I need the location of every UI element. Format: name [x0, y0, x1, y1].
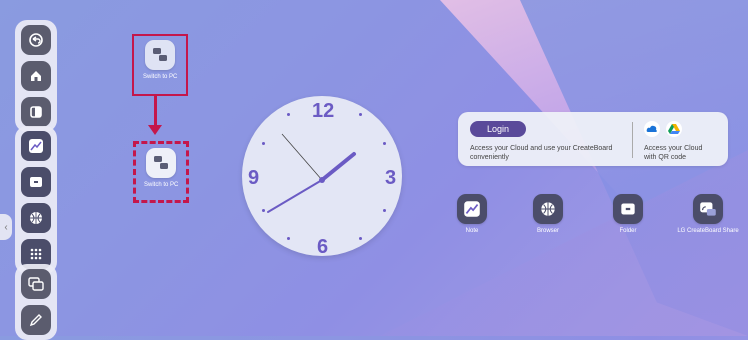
browser-app-button[interactable] — [21, 203, 51, 233]
cloud-qr-text-line: with QR code — [644, 154, 687, 161]
app-label-browser: Browser — [536, 228, 559, 234]
chevron-left-icon: ‹ — [4, 221, 8, 233]
home-icon — [31, 71, 41, 81]
overview-icon — [30, 106, 42, 118]
cloud-access-text-line: Access your Cloud and use your CreateBoa… — [470, 145, 613, 152]
clock-hands — [267, 133, 356, 213]
cloud-widget: Login Access your Cloud and use your Cre… — [458, 112, 728, 166]
app-tile-browser[interactable]: Browser — [533, 194, 563, 234]
sidebar-nav-group — [15, 20, 57, 132]
note-app-icon — [29, 139, 43, 153]
onedrive-icon[interactable] — [644, 121, 660, 137]
cloud-provider-icons — [644, 121, 682, 137]
switch-to-pc-tile[interactable]: Switch to PC — [144, 148, 178, 188]
screen-share-icon — [28, 277, 44, 291]
cloud-access-text-line: conveniently — [470, 154, 509, 161]
pen-icon — [29, 314, 42, 327]
divider — [632, 122, 633, 158]
overview-button[interactable] — [21, 97, 51, 127]
app-label-note: Note — [465, 228, 479, 234]
switch-to-pc-icon — [154, 156, 169, 169]
switch-to-pc-label: Switch to PC — [144, 182, 179, 188]
clock-widget[interactable]: 12 3 6 9 — [242, 96, 402, 258]
sidebar-collapse-tab[interactable]: ‹ — [0, 214, 12, 240]
home-button[interactable] — [21, 61, 51, 91]
arrow-down-icon — [148, 125, 162, 135]
sidebar-apps-group — [15, 126, 57, 274]
screen-share-button[interactable] — [21, 269, 51, 299]
createboard-share-button[interactable] — [693, 194, 723, 224]
cloud-qr-text-line: Access your Cloud — [644, 145, 703, 152]
note-app-icon — [464, 201, 480, 217]
switch-to-pc-button[interactable] — [146, 148, 177, 178]
switch-to-pc-icon — [153, 48, 168, 61]
app-tile-folder[interactable]: Folder — [613, 194, 643, 234]
browser-app-button[interactable] — [533, 194, 563, 224]
folder-app-icon — [30, 177, 42, 187]
switch-to-pc-label: Switch to PC — [143, 74, 178, 80]
app-label-folder: Folder — [619, 228, 637, 234]
app-label-createboard-share: LG CreateBoard Share — [677, 228, 739, 234]
switch-to-pc-tile[interactable]: Switch to PC — [143, 40, 177, 80]
cloud-access-text: Access your Cloud and use your CreateBoa… — [470, 144, 612, 162]
app-tile-createboard-share[interactable]: LG CreateBoard Share — [672, 194, 744, 234]
folder-app-icon — [621, 203, 635, 215]
browser-app-icon — [30, 212, 42, 224]
createboard-share-icon — [700, 202, 716, 216]
note-app-button[interactable] — [21, 131, 51, 161]
app-tile-note[interactable]: Note — [457, 194, 487, 234]
sidebar-tools-group — [15, 264, 57, 340]
arrow-line — [154, 94, 157, 128]
cloud-qr-text: Access your Cloud with QR code — [644, 144, 702, 162]
login-button[interactable]: Login — [470, 121, 526, 137]
folder-app-button[interactable] — [21, 167, 51, 197]
apps-grid-icon — [30, 248, 42, 260]
back-button[interactable] — [21, 25, 51, 55]
google-drive-icon[interactable] — [666, 121, 682, 137]
pen-button[interactable] — [21, 305, 51, 335]
folder-app-button[interactable] — [613, 194, 643, 224]
note-app-button[interactable] — [457, 194, 487, 224]
browser-app-icon — [541, 202, 555, 216]
back-icon — [29, 33, 43, 47]
switch-to-pc-button[interactable] — [145, 40, 176, 70]
